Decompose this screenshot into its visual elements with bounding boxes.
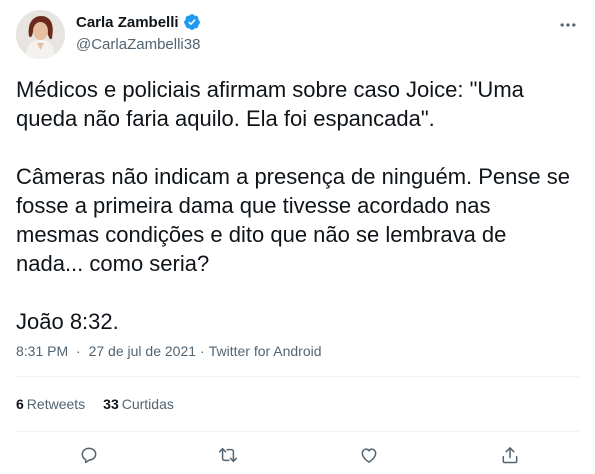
meta-separator: · xyxy=(200,343,205,359)
tweet-meta: 8:31 PM · 27 de jul de 2021 · Twitter fo… xyxy=(16,343,322,359)
divider xyxy=(16,376,579,377)
tweet-timestamp[interactable]: 8:31 PM · 27 de jul de 2021 xyxy=(16,343,196,359)
reply-icon xyxy=(79,445,99,465)
reply-button[interactable] xyxy=(74,440,104,470)
tweet-date: 27 de jul de 2021 xyxy=(88,343,197,359)
tweet-source-link[interactable]: Twitter for Android xyxy=(209,343,322,359)
verified-badge-icon xyxy=(183,13,201,31)
author-handle[interactable]: @CarlaZambelli38 xyxy=(76,36,200,53)
meta-separator: · xyxy=(76,343,81,359)
likes-count: 33 xyxy=(103,396,119,412)
likes-stat[interactable]: 33 Curtidas xyxy=(103,396,174,412)
like-button[interactable] xyxy=(354,440,384,470)
more-horizontal-icon xyxy=(558,15,578,35)
tweet-paragraph: João 8:32. xyxy=(16,309,119,334)
tweet-actions xyxy=(0,440,595,470)
tweet-card: Carla Zambelli @CarlaZambelli38 Médicos … xyxy=(0,0,595,474)
retweet-button[interactable] xyxy=(213,440,243,470)
tweet-stats: 6 Retweets 33 Curtidas xyxy=(16,396,174,412)
share-button[interactable] xyxy=(495,440,525,470)
avatar-image xyxy=(16,10,65,59)
more-options-button[interactable] xyxy=(555,12,581,38)
retweets-label: Retweets xyxy=(26,396,86,412)
retweets-count: 6 xyxy=(16,396,24,412)
retweet-icon xyxy=(217,445,239,465)
author-display-name[interactable]: Carla Zambelli xyxy=(76,14,179,31)
retweets-stat[interactable]: 6 Retweets xyxy=(16,396,85,412)
share-icon xyxy=(500,445,520,465)
avatar[interactable] xyxy=(16,10,65,59)
like-icon xyxy=(359,445,379,465)
tweet-time: 8:31 PM xyxy=(16,343,69,359)
likes-label: Curtidas xyxy=(121,396,174,412)
tweet-text: Médicos e policiais afirmam sobre caso J… xyxy=(16,75,576,336)
tweet-paragraph: Médicos e policiais afirmam sobre caso J… xyxy=(16,77,524,131)
divider xyxy=(16,431,579,432)
author-name-row: Carla Zambelli xyxy=(76,13,201,31)
tweet-paragraph: Câmeras não indicam a presença de ningué… xyxy=(16,164,570,276)
